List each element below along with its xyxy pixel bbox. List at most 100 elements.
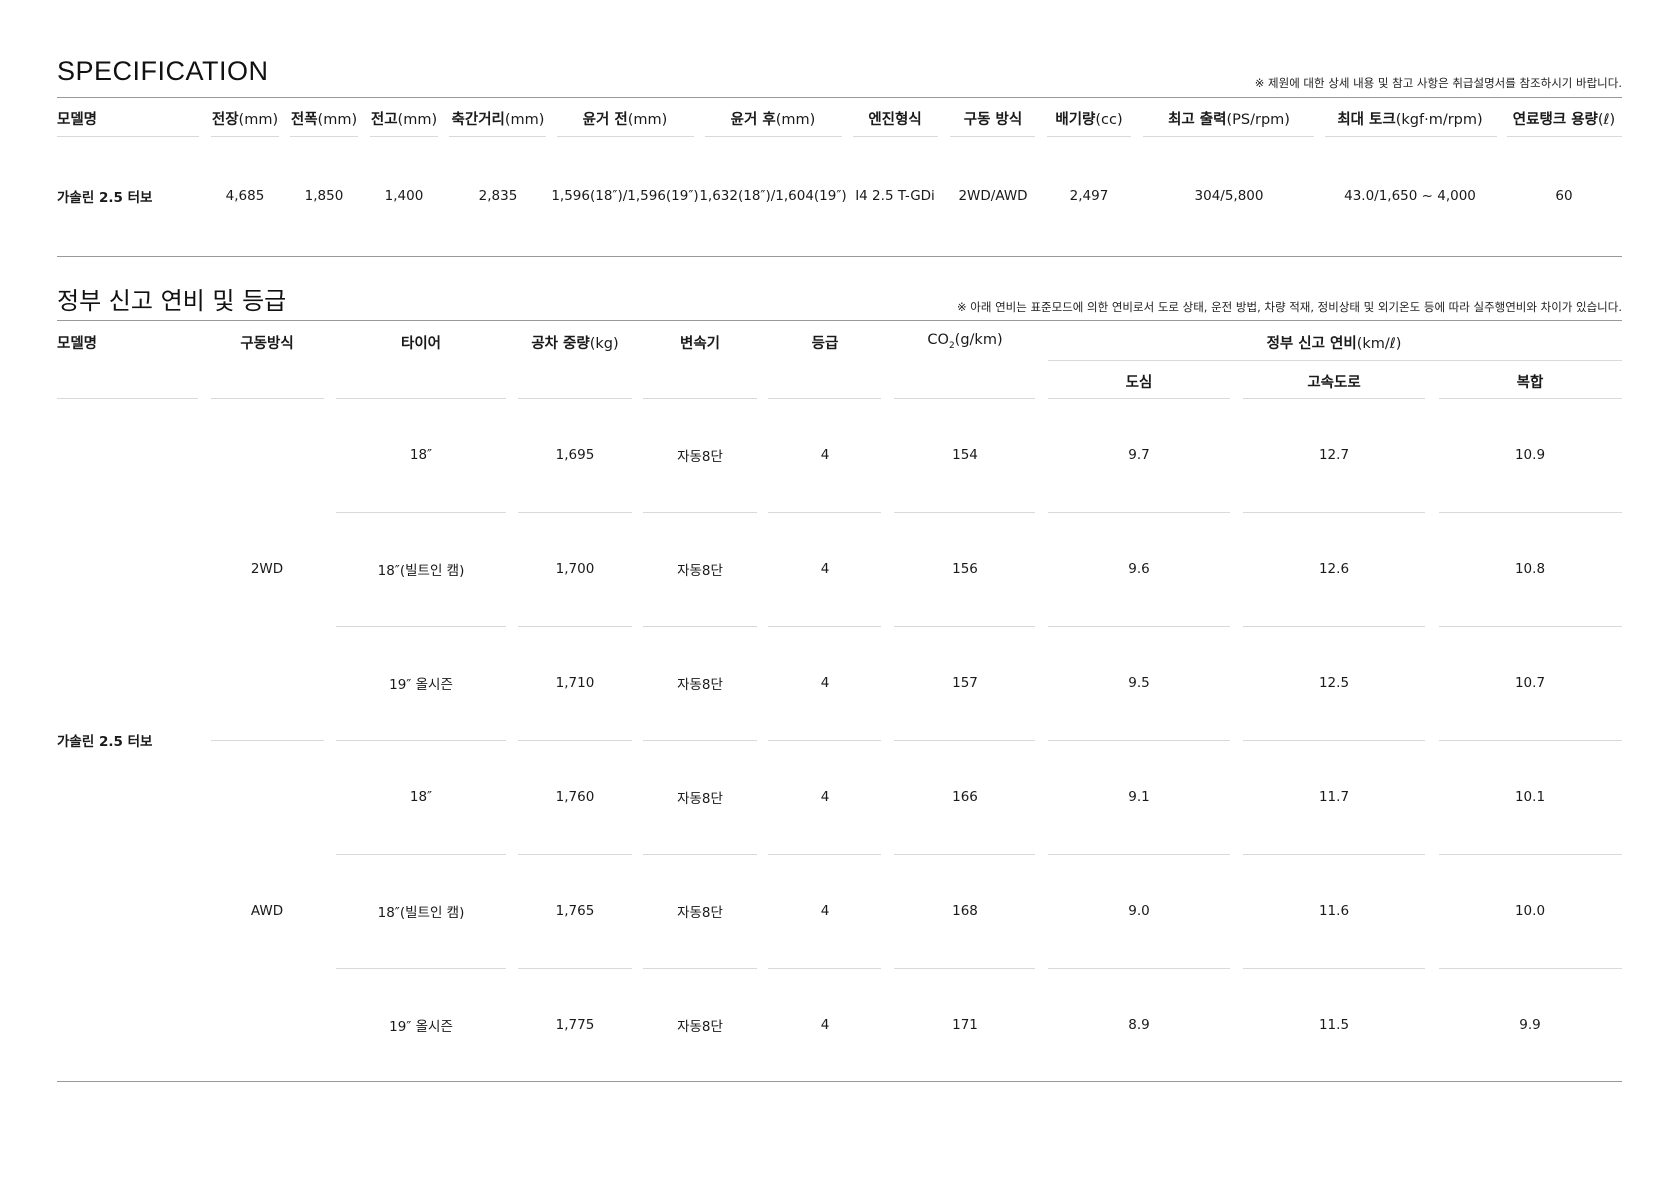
fuel-cell: 자동8단 <box>677 905 723 921</box>
spec-header-label: 구동 방식 <box>963 112 1023 128</box>
fuel-row-divider <box>1439 968 1622 969</box>
fuel-cell: 자동8단 <box>677 1019 723 1035</box>
spec-header-underline <box>1143 136 1314 137</box>
spec-header-5: 윤거 전(mm) <box>583 108 668 129</box>
fuel-row-divider <box>643 626 757 627</box>
fuel-cell: 10.7 <box>1514 675 1546 691</box>
spec-header-2: 전폭(mm) <box>291 108 357 129</box>
fuel-model-cell: 가솔린 2.5 터보 <box>57 734 153 750</box>
fuel-cell: 4 <box>820 561 830 577</box>
fuel-row-divider <box>643 512 757 513</box>
spec-cell: 304/5,800 <box>1194 188 1264 204</box>
spec-header-underline <box>290 136 358 137</box>
fuel-row-divider <box>768 854 881 855</box>
fuel-header-underline <box>894 398 1035 399</box>
spec-header-label: 윤거 후 <box>730 112 776 128</box>
spec-header-10: 최고 출력(PS/rpm) <box>1168 108 1290 129</box>
fuel-cell: 19″ 올시즌 <box>389 677 453 693</box>
spec-header-6: 윤거 후(mm) <box>731 108 816 129</box>
fuel-row-divider <box>1439 854 1622 855</box>
spec-header-unit: (kgf·m/rpm) <box>1395 112 1483 128</box>
fuel-row-divider <box>518 854 632 855</box>
fuel-header-underline <box>57 398 198 399</box>
spec-header-unit: (PS/rpm) <box>1226 112 1290 128</box>
fuel-cell: 1,710 <box>555 675 595 691</box>
spec-cell: 2WD/AWD <box>958 188 1028 204</box>
fuel-cell: 12.6 <box>1318 561 1350 577</box>
spec-cell: 43.0/1,650 ~ 4,000 <box>1344 188 1476 204</box>
fuel-row-divider <box>894 968 1035 969</box>
fuel-cell: 자동8단 <box>677 677 723 693</box>
spec-header-label: 연료탱크 용량 <box>1512 112 1598 128</box>
fuel-cell: 1,695 <box>555 447 595 463</box>
fuel-row-divider <box>336 512 506 513</box>
fuel-header-underline <box>336 398 506 399</box>
fuel-title: 정부 신고 연비 및 등급 <box>57 287 287 315</box>
fuel-cell: 자동8단 <box>677 449 723 465</box>
spec-header-unit: (mm) <box>397 112 438 128</box>
fuel-cell: 9.0 <box>1128 903 1150 919</box>
fuel-cell: 11.5 <box>1318 1017 1350 1033</box>
fuel-row-divider <box>518 740 632 741</box>
efficiency-subheader-rule <box>1048 360 1622 361</box>
fuel-row-divider <box>336 626 506 627</box>
fuel-cell: 9.7 <box>1128 447 1150 463</box>
fuel-cell: 10.1 <box>1514 789 1546 805</box>
fuel-row-divider <box>1439 512 1622 513</box>
fuel-cell: 9.5 <box>1128 675 1150 691</box>
fuel-cell: 156 <box>952 561 978 577</box>
fuel-header-underline <box>1243 398 1425 399</box>
fuel-cell: 11.7 <box>1318 789 1350 805</box>
spec-header-unit: (mm) <box>627 112 668 128</box>
fuel-cell: 10.8 <box>1514 561 1546 577</box>
fuel-cell: 10.0 <box>1514 903 1546 919</box>
fuel-cell: 157 <box>952 675 978 691</box>
fuel-drive-2wd: 2WD <box>250 561 284 577</box>
spec-header-underline <box>449 136 546 137</box>
fuel-cell: 1,760 <box>555 789 595 805</box>
fuel-cell: 1,765 <box>555 903 595 919</box>
fuel-top-rule <box>57 320 1622 321</box>
fuel-row-divider <box>1048 968 1230 969</box>
spec-header-unit: (mm) <box>504 112 545 128</box>
fuel-drive-awd: AWD <box>250 903 284 919</box>
fuel-row-divider <box>768 968 881 969</box>
fuel-row-divider <box>336 854 506 855</box>
fuel-cell: 18″(빌트인 캠) <box>377 563 465 579</box>
fuel-row-divider <box>643 854 757 855</box>
fuel-row-divider <box>894 854 1035 855</box>
spec-header-underline <box>1047 136 1131 137</box>
fuel-row-divider <box>894 740 1035 741</box>
spec-title: SPECIFICATION <box>57 56 269 86</box>
spec-header-unit: (cc) <box>1095 112 1123 128</box>
fuel-header-underline <box>643 398 757 399</box>
fuel-cell: 12.5 <box>1318 675 1350 691</box>
spec-cell: I4 2.5 T-GDi <box>855 188 935 204</box>
spec-header-4: 축간거리(mm) <box>452 108 545 129</box>
fuel-header-underline <box>1048 398 1230 399</box>
spec-header-label: 윤거 전 <box>582 112 628 128</box>
fuel-row-divider <box>211 740 324 741</box>
spec-header-underline <box>1325 136 1497 137</box>
spec-header-label: 전장 <box>211 112 239 128</box>
fuel-row-divider <box>336 968 506 969</box>
spec-header-0: 모델명 <box>57 108 97 129</box>
spec-cell: 4,685 <box>225 188 265 204</box>
fuel-cell: 1,775 <box>555 1017 595 1033</box>
fuel-cell: 12.7 <box>1318 447 1350 463</box>
fuel-cell: 4 <box>820 675 830 691</box>
spec-top-rule <box>57 97 1622 98</box>
fuel-row-divider <box>768 512 881 513</box>
spec-cell: 2,835 <box>478 188 518 204</box>
spec-header-underline <box>705 136 842 137</box>
fuel-cell: 18″ <box>409 447 433 463</box>
spec-cell: 2,497 <box>1069 188 1109 204</box>
spec-header-unit: (mm) <box>317 112 358 128</box>
fuel-row-divider <box>894 626 1035 627</box>
fuel-header-city: 도심 <box>1125 375 1153 391</box>
fuel-header-underline <box>211 398 324 399</box>
spec-cell: 1,632(18″)/1,604(19″) <box>699 188 847 204</box>
fuel-row-divider <box>1243 968 1425 969</box>
fuel-cell: 166 <box>952 789 978 805</box>
spec-header-underline <box>557 136 694 137</box>
